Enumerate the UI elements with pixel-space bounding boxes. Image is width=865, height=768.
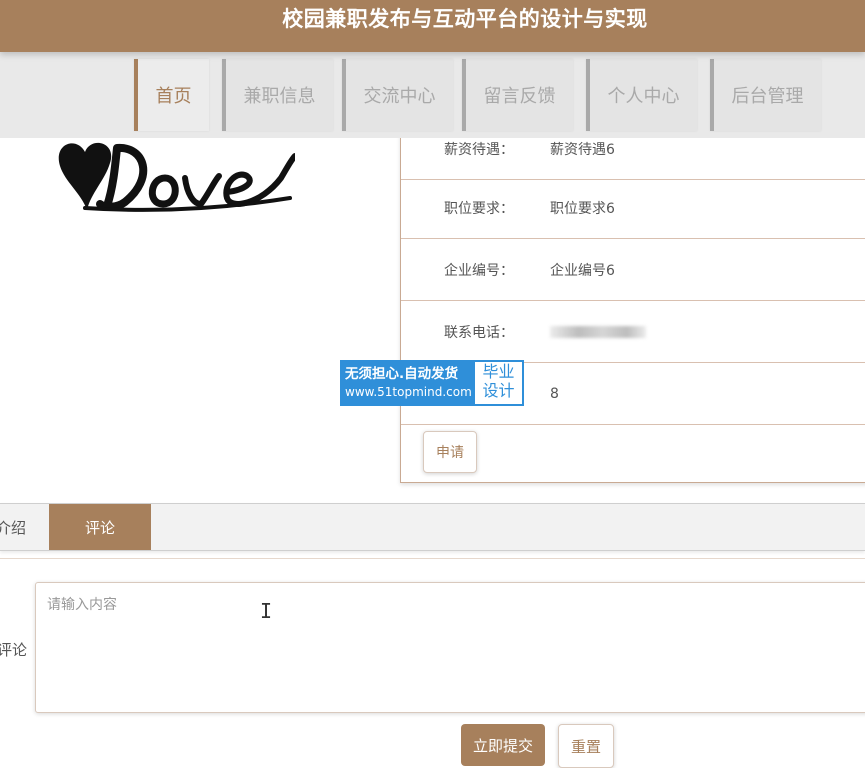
detail-row-phone: 联系电话： (401, 301, 865, 363)
detail-value: 8 (550, 385, 559, 402)
detail-label: 联系电话： (444, 324, 514, 341)
love-image (58, 142, 295, 212)
detail-row-requirements: 职位要求： 职位要求6 (401, 177, 865, 239)
nav-item-forum[interactable]: 交流中心 (342, 59, 453, 131)
detail-value: 企业编号6 (550, 262, 615, 279)
comment-input[interactable] (35, 582, 865, 713)
detail-label: 企业编号： (444, 262, 514, 279)
nav-item-admin[interactable]: 后台管理 (710, 59, 821, 131)
detail-label: 职位要求： (444, 200, 514, 217)
submit-button[interactable]: 立即提交 (461, 724, 545, 766)
watermark-url: www.51topmind.com (345, 385, 472, 399)
comment-form: 评论 I 立即提交 重置 (0, 558, 865, 768)
job-detail-panel: 薪资待遇： 薪资待遇6 职位要求： 职位要求6 企业编号： 企业编号6 联系电话… (400, 118, 865, 483)
i-beam-cursor-icon: I (260, 599, 273, 623)
apply-button[interactable]: 申请 (423, 431, 477, 473)
watermark-tag: 毕业 设计 (475, 362, 522, 404)
tab-comment[interactable]: 评论 (49, 504, 151, 550)
detail-label: 薪资待遇： (444, 141, 514, 158)
main-navigation: 首页 兼职信息 交流中心 留言反馈 个人中心 后台管理 (0, 52, 865, 138)
detail-value: 薪资待遇6 (550, 141, 615, 158)
nav-item-feedback[interactable]: 留言反馈 (462, 59, 573, 131)
nav-item-home[interactable]: 首页 (134, 59, 209, 131)
detail-tabs: 介绍 评论 (0, 503, 865, 551)
tab-intro[interactable]: 介绍 (0, 504, 50, 550)
phone-value-blurred (550, 324, 646, 340)
detail-row-company-id: 企业编号： 企业编号6 (401, 239, 865, 301)
site-title: 校园兼职发布与互动平台的设计与实现 (282, 7, 648, 31)
detail-value: 职位要求6 (550, 200, 615, 217)
watermark-badge: 无须担心.自动发货 www.51topmind.com 毕业 设计 (340, 360, 524, 406)
site-header: 校园兼职发布与互动平台的设计与实现 (0, 0, 865, 52)
nav-item-profile[interactable]: 个人中心 (586, 59, 697, 131)
nav-item-jobs[interactable]: 兼职信息 (222, 59, 333, 131)
watermark-text: 无须担心.自动发货 (345, 366, 459, 382)
reset-button[interactable]: 重置 (558, 724, 614, 768)
comment-label: 评论 (0, 641, 28, 659)
